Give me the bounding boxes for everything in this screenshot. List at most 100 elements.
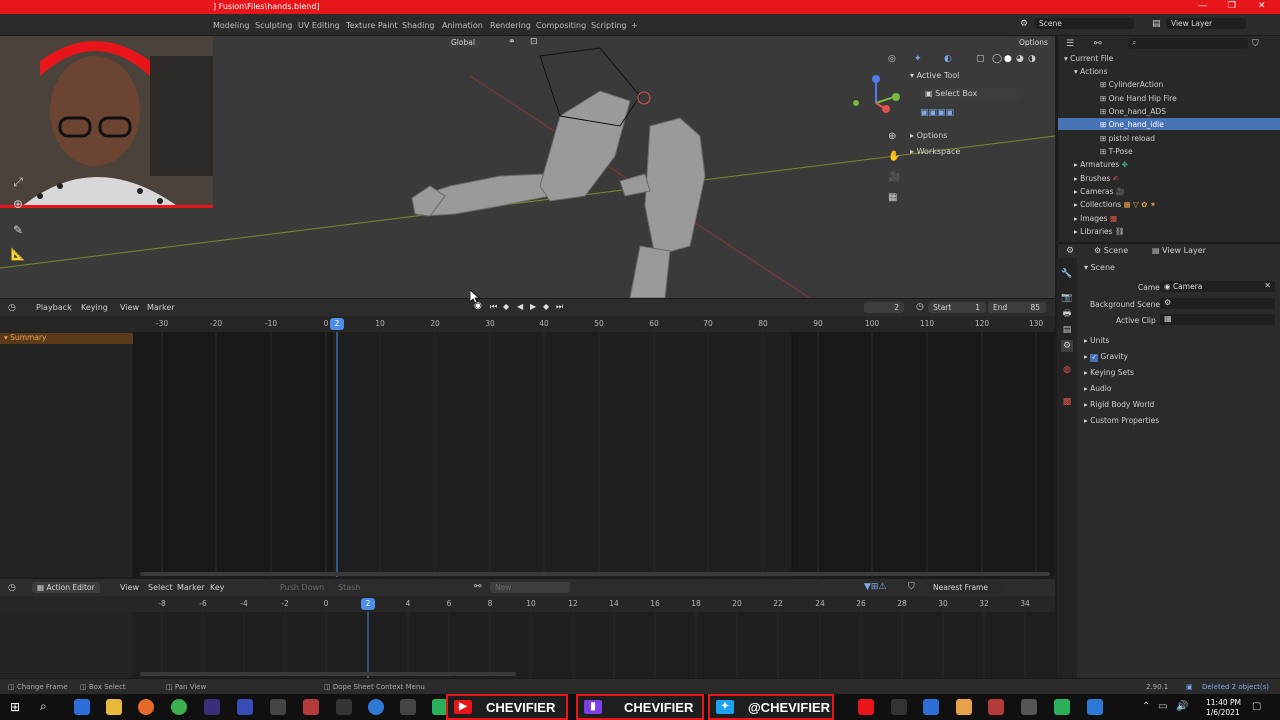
- outliner-collections[interactable]: ▸ Collections ▦ ▽ ✿ ✶: [1074, 200, 1156, 209]
- options-header[interactable]: ▸ Options: [910, 131, 947, 140]
- new-action-button[interactable]: New: [490, 582, 570, 593]
- units-panel[interactable]: ▸ Units: [1084, 336, 1109, 345]
- action-browse-icon[interactable]: ⚯: [474, 582, 482, 592]
- notification-icon[interactable]: ▢: [1252, 701, 1261, 712]
- world-tab-icon[interactable]: ◍: [1061, 364, 1073, 376]
- start-frame-field[interactable]: Start 1: [928, 302, 986, 313]
- transform-icon[interactable]: ⊕: [10, 196, 26, 212]
- windows-start-icon[interactable]: ⊞: [10, 700, 20, 714]
- app-icon[interactable]: [956, 699, 972, 715]
- 3d-viewport[interactable]: Global ⚭ ⊡ Options ◎ ✦ ◐ ▢ ◯ ● ◕ ◑ ⤢ ⊕ ✎…: [0, 36, 1055, 298]
- scene-panel-header[interactable]: ▾ Scene: [1084, 263, 1115, 272]
- outliner-brushes[interactable]: ▸ Brushes ✍: [1074, 174, 1119, 183]
- solid-shading-icon[interactable]: ●: [1004, 54, 1012, 64]
- tab-rendering[interactable]: Rendering: [490, 21, 531, 30]
- wireframe-shading-icon[interactable]: ◯: [992, 54, 1002, 64]
- next-key-icon[interactable]: ◆: [543, 302, 549, 311]
- clock-date[interactable]: 1/6/2021: [1206, 708, 1240, 717]
- play-reverse-icon[interactable]: ◀: [517, 302, 523, 311]
- tab-compositing[interactable]: Compositing: [536, 21, 586, 30]
- add-workspace-button[interactable]: +: [631, 21, 638, 30]
- outliner-actions[interactable]: ▾ Actions: [1074, 67, 1108, 76]
- prev-key-icon[interactable]: ◆: [503, 302, 509, 311]
- calculator-icon[interactable]: [74, 699, 90, 715]
- app-icon[interactable]: [858, 699, 874, 715]
- app-icon[interactable]: [237, 699, 253, 715]
- summary-channel[interactable]: ▾ Summary: [0, 333, 133, 344]
- file-explorer-icon[interactable]: [106, 699, 122, 715]
- camera-field[interactable]: ◉ Camera ✕: [1160, 281, 1275, 292]
- output-tab-icon[interactable]: 🖶: [1061, 308, 1073, 320]
- background-scene-field[interactable]: ⚙: [1160, 298, 1275, 309]
- play-icon[interactable]: ▶: [530, 302, 536, 311]
- push-down-button[interactable]: Push Down: [280, 583, 324, 592]
- tab-uv-editing[interactable]: UV Editing: [298, 21, 340, 30]
- render-tab-icon[interactable]: 📷: [1061, 292, 1073, 304]
- workspace-header[interactable]: ▸ Workspace: [910, 147, 960, 156]
- scale-icon[interactable]: ⤢: [10, 174, 26, 190]
- outliner-armatures[interactable]: ▸ Armatures ✥: [1074, 160, 1128, 169]
- xnview-icon[interactable]: [204, 699, 220, 715]
- snap-icon[interactable]: ⊡: [530, 37, 538, 47]
- gizmo-icon[interactable]: ✦: [914, 54, 922, 64]
- display-mode-icon[interactable]: ⚯: [1094, 39, 1102, 49]
- app-icon[interactable]: [270, 699, 286, 715]
- current-frame-field[interactable]: 2: [864, 302, 904, 313]
- material-shading-icon[interactable]: ◕: [1016, 54, 1024, 64]
- snap-dropdown[interactable]: Nearest Frame: [928, 582, 1004, 593]
- network-icon[interactable]: ▭: [1158, 701, 1167, 712]
- app-icon[interactable]: [336, 699, 352, 715]
- gravity-panel[interactable]: ▸ ✓ Gravity: [1084, 352, 1128, 362]
- timeline-ruler[interactable]: -30 -20 -10 0 10 20 30 40 50 60 70 80 90…: [0, 316, 1055, 332]
- filter-icons[interactable]: ▼⊞⚠: [864, 582, 887, 592]
- overlay-icon[interactable]: ◐: [944, 54, 952, 64]
- outliner-type-icon[interactable]: ☰: [1066, 39, 1074, 49]
- view-layer-tab-icon[interactable]: ▤: [1061, 324, 1073, 336]
- zoom-icon[interactable]: ⊕: [888, 131, 896, 142]
- keying-menu[interactable]: Keying: [81, 303, 108, 312]
- marker-menu[interactable]: Marker: [147, 303, 175, 312]
- camera-view-icon[interactable]: 🎥: [888, 172, 900, 183]
- select-menu[interactable]: Select: [148, 583, 173, 592]
- view-layer-breadcrumb[interactable]: ▤ View Layer: [1152, 246, 1206, 255]
- action-editor-ruler[interactable]: -8 -6 -4 -2 0 4 6 8 10 12 14 16 18 20 22…: [0, 596, 1055, 612]
- tab-sculpting[interactable]: Sculpting: [255, 21, 292, 30]
- outliner-search-input[interactable]: [1128, 38, 1248, 49]
- active-clip-field[interactable]: ▦: [1160, 314, 1275, 325]
- pivot-icon[interactable]: ⚭: [508, 37, 516, 47]
- marker-menu[interactable]: Marker: [177, 583, 205, 592]
- grid-view-icon[interactable]: ▦: [888, 192, 897, 203]
- select-box-tool[interactable]: ▣ Select Box: [920, 88, 1020, 99]
- app-icon[interactable]: [988, 699, 1004, 715]
- outliner-action[interactable]: ⊞ One Hand Hip Fire: [1100, 94, 1177, 103]
- outliner-action-selected[interactable]: ⊞ One_hand_idle: [1058, 118, 1280, 130]
- app-icon[interactable]: [303, 699, 319, 715]
- transform-orientation-dropdown[interactable]: Global: [446, 37, 480, 48]
- tray-chevron-icon[interactable]: ⌃: [1142, 701, 1150, 712]
- custom-properties-panel[interactable]: ▸ Custom Properties: [1084, 416, 1159, 425]
- maximize-button[interactable]: ❐: [1228, 1, 1236, 11]
- pan-hand-icon[interactable]: ✋: [888, 151, 900, 162]
- rigid-body-world-panel[interactable]: ▸ Rigid Body World: [1084, 400, 1154, 409]
- active-tool-header[interactable]: ▾ Active Tool: [910, 71, 959, 80]
- outliner-action[interactable]: ⊞ CylinderAction: [1100, 80, 1163, 89]
- jump-start-icon[interactable]: ⏮: [490, 302, 497, 312]
- outliner-root[interactable]: ▾ Current File: [1064, 54, 1113, 63]
- tab-scripting[interactable]: Scripting: [591, 21, 627, 30]
- app-icon[interactable]: [368, 699, 384, 715]
- scene-selector[interactable]: Scene: [1034, 18, 1134, 29]
- texture-tab-icon[interactable]: ▩: [1061, 396, 1073, 408]
- davinci-icon[interactable]: [400, 699, 416, 715]
- tab-texture-paint[interactable]: Texture Paint: [346, 21, 398, 30]
- outliner-action[interactable]: ⊞ pistol reload: [1100, 134, 1155, 143]
- options-dropdown[interactable]: Options: [1014, 37, 1053, 48]
- tab-animation[interactable]: Animation: [442, 21, 483, 30]
- volume-icon[interactable]: 🔊: [1176, 701, 1188, 712]
- view-menu[interactable]: View: [120, 583, 139, 592]
- outliner-images[interactable]: ▸ Images ▩: [1074, 214, 1117, 223]
- key-menu[interactable]: Key: [210, 583, 225, 592]
- filter-icon[interactable]: ⛉: [1252, 39, 1259, 49]
- editor-type-icon[interactable]: ◷: [8, 583, 16, 593]
- app-icon[interactable]: [1021, 699, 1037, 715]
- app-icon[interactable]: [1054, 699, 1070, 715]
